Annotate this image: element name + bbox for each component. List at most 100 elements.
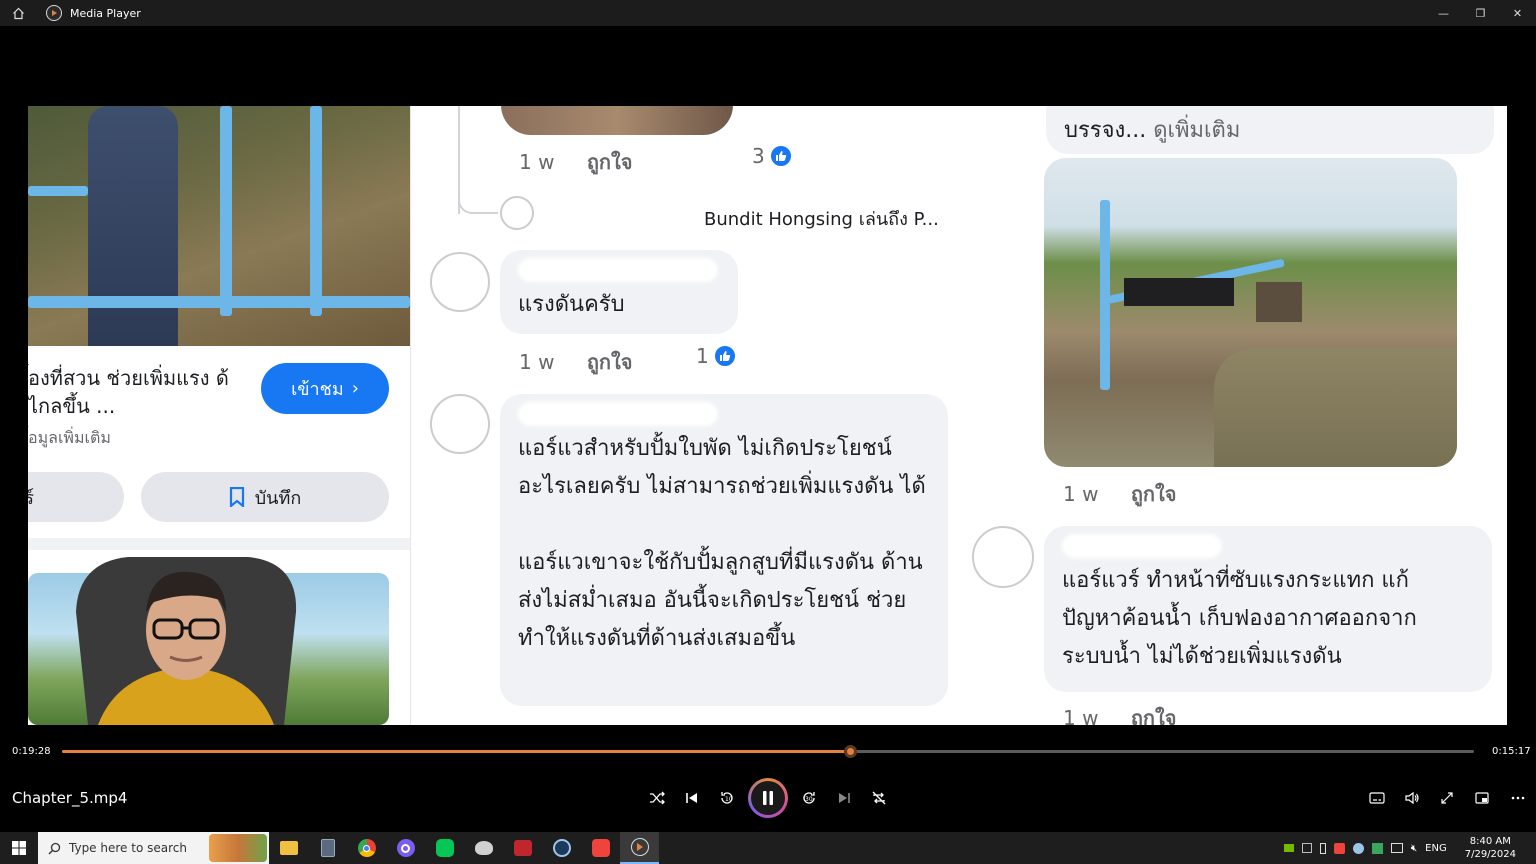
language-indicator[interactable]: ENG [1425, 843, 1447, 854]
cortana-icon[interactable] [386, 832, 425, 864]
photo-meta: 1 w ถูกใจ [1063, 478, 1177, 510]
calculator-icon[interactable] [308, 832, 347, 864]
file-name: Chapter_5.mp4 [12, 789, 128, 807]
save-label: บันทึก [254, 487, 302, 509]
ad-photo [28, 106, 410, 346]
commenter-avatar[interactable] [972, 526, 1034, 588]
comment-text-part2: แอร์แวเขาจะใช้กับปั้มลูกสูบที่มีแรงดัน ด… [518, 550, 923, 651]
fullscreen-icon[interactable] [1436, 787, 1458, 809]
save-button[interactable]: บันทึก [141, 472, 389, 522]
chrome-icon[interactable] [347, 832, 386, 864]
mini-player-icon[interactable] [1471, 787, 1493, 809]
post-text: บรรจง... [1064, 118, 1147, 143]
start-button[interactable] [0, 832, 38, 864]
like-link[interactable]: ถูกใจ [587, 350, 633, 374]
thumbs-up-icon [712, 344, 737, 368]
like-link[interactable]: ถูกใจ [1131, 706, 1177, 725]
reply-avatar[interactable] [500, 196, 534, 230]
ad-subtitle: ้อมูลเพิ่มเติม [28, 428, 111, 447]
network-icon[interactable] [1390, 843, 1403, 853]
home-icon[interactable] [0, 0, 36, 26]
next-icon[interactable] [833, 787, 855, 809]
rewind-10-icon[interactable]: 10 [716, 787, 738, 809]
shuffle-icon[interactable] [646, 787, 668, 809]
volume-icon[interactable] [1401, 787, 1423, 809]
reply-preview[interactable]: Bundit Hongsing เล่นถึง P... [704, 204, 939, 233]
section-divider [28, 538, 410, 550]
usb-icon[interactable] [1319, 842, 1326, 854]
comment-bubble-3: แอร์แวสำหรับปั้มใบพัด ไม่เกิดประโยชน์ อะ… [500, 394, 948, 706]
seek-handle[interactable] [843, 745, 857, 758]
security-icon[interactable] [1371, 842, 1383, 854]
pause-icon [763, 791, 773, 805]
minimize-button[interactable]: — [1425, 0, 1462, 26]
partial-button[interactable]: ร์ [28, 472, 124, 522]
post-text-bubble: บรรจง... ดูเพิ่มเติม [1046, 106, 1494, 154]
reaction-number: 3 [752, 144, 765, 168]
repeat-off-icon[interactable] [868, 787, 890, 809]
remaining-time: 0:15:17 [1492, 746, 1531, 757]
media-player-app-icon [46, 5, 62, 21]
reaction-count-1[interactable]: 3 [752, 144, 793, 168]
comment-text: แอร์แวร์ ทำหน้าที่ซับแรงกระแทก แก้ ปัญหา… [1062, 568, 1417, 669]
media-player-taskbar-icon[interactable] [620, 832, 659, 864]
line-app-icon[interactable] [425, 832, 464, 864]
restore-button[interactable]: ❐ [1462, 0, 1499, 26]
search-highlight-image [209, 834, 267, 862]
chevron-right-icon: › [351, 378, 359, 399]
pond-water [1214, 348, 1457, 467]
seek-progress [62, 750, 850, 753]
tray-app-icon[interactable] [1301, 843, 1312, 853]
file-explorer-icon[interactable] [269, 832, 308, 864]
comment-bubble-2: แรงดันครับ [500, 250, 738, 334]
pause-button[interactable] [748, 778, 788, 818]
network-app-icon[interactable] [464, 832, 503, 864]
steam-tray-icon[interactable] [1352, 842, 1364, 854]
comment-time: 1 w [1063, 706, 1099, 725]
search-icon [48, 842, 61, 854]
red-app-icon[interactable] [503, 832, 542, 864]
blurred-name [518, 258, 718, 282]
forward-30-icon[interactable]: 30 [798, 787, 820, 809]
previous-icon[interactable] [681, 787, 703, 809]
comment-meta-1: 1 w ถูกใจ [519, 146, 633, 178]
taskbar: Type here to search 🔇︎ ENG 8:40 AM 7/29/… [0, 832, 1536, 864]
title-bar: Media Player — ❐ ✕ [0, 0, 1536, 26]
thread-connector [458, 194, 498, 214]
system-tray: 🔇︎ ENG 8:40 AM 7/29/2024 [1283, 835, 1536, 861]
commenter-avatar[interactable] [430, 252, 490, 312]
more-options-icon[interactable] [1507, 787, 1529, 809]
clock-time: 8:40 AM [1469, 836, 1511, 847]
thumbs-up-icon [768, 144, 793, 168]
taskbar-search[interactable]: Type here to search [38, 832, 269, 864]
comment-image [501, 106, 733, 135]
field-photo[interactable] [1044, 158, 1457, 467]
nvidia-icon[interactable] [1283, 844, 1294, 852]
elapsed-time: 0:19:28 [12, 746, 51, 757]
blurred-name [1062, 534, 1222, 558]
reaction-count-2[interactable]: 1 [696, 344, 737, 368]
comment-time: 1 w [519, 150, 555, 174]
steam-icon[interactable] [542, 832, 581, 864]
column-divider [410, 106, 411, 725]
clock-date: 7/29/2024 [1464, 849, 1516, 860]
video-frame[interactable]: ้องที่สวน ช่วยเพิ่มแรง ด้ไกลขึ้น ... ้อม… [28, 106, 1507, 725]
visit-button[interactable]: เข้าชม › [261, 363, 389, 414]
subtitles-icon[interactable] [1366, 787, 1388, 809]
like-link[interactable]: ถูกใจ [587, 150, 633, 174]
commenter-avatar[interactable] [430, 394, 490, 454]
like-link[interactable]: ถูกใจ [1131, 482, 1177, 506]
search-placeholder: Type here to search [69, 841, 187, 855]
mute-icon[interactable]: 🔇︎ [1411, 843, 1417, 854]
reaction-number: 1 [696, 344, 709, 368]
clock[interactable]: 8:40 AM 7/29/2024 [1465, 835, 1516, 861]
player-controls: 0:19:28 0:15:17 Chapter_5.mp4 10 30 [0, 725, 1536, 831]
see-more-link[interactable]: ดูเพิ่มเติม [1153, 118, 1240, 143]
anydesk-icon[interactable] [581, 832, 620, 864]
photo-time: 1 w [1063, 482, 1099, 506]
visit-label: เข้าชม [291, 379, 344, 400]
seek-bar[interactable] [62, 745, 1474, 758]
window-title: Media Player [70, 6, 141, 20]
anydesk-tray-icon[interactable] [1333, 842, 1345, 854]
close-button[interactable]: ✕ [1499, 0, 1536, 26]
